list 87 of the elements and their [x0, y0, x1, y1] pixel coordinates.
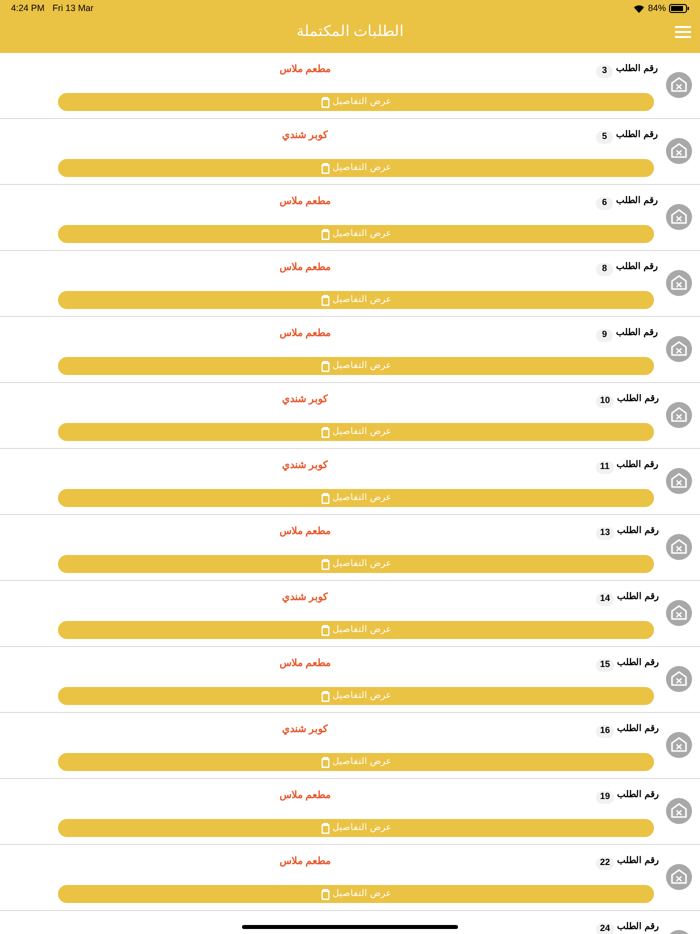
order-number: 5 [596, 130, 613, 144]
order-number-label: رقم الطلب [616, 194, 658, 208]
order-number: 10 [596, 394, 614, 408]
details-button[interactable]: عرض التفاصيل [58, 753, 654, 771]
details-button[interactable]: عرض التفاصيل [58, 885, 654, 903]
wifi-icon [634, 4, 644, 12]
home-icon [666, 798, 692, 824]
order-number: 22 [596, 856, 614, 870]
home-icon [666, 270, 692, 296]
home-icon [666, 402, 692, 428]
clipboard-icon [320, 888, 330, 900]
order-number-label: رقم الطلب [617, 524, 659, 538]
order-number-label: رقم الطلب [616, 128, 658, 142]
order-number: 3 [596, 64, 613, 78]
clipboard-icon [320, 492, 330, 504]
home-icon [666, 72, 692, 98]
order-number-label: رقم الطلب [617, 590, 659, 604]
restaurant-name: مطعم ملاس [280, 260, 330, 274]
clipboard-icon [320, 96, 330, 108]
restaurant-name: مطعم ملاس [280, 524, 330, 538]
page-title: الطلبات المكتملة [296, 22, 404, 42]
restaurant-name: مطعم ملاس [280, 62, 330, 76]
order-number: 16 [596, 724, 614, 738]
home-icon [666, 666, 692, 692]
restaurant-name: مطعم ملاس [280, 194, 330, 208]
details-button[interactable]: عرض التفاصيل [58, 555, 654, 573]
restaurant-name: مطعم ملاس [280, 854, 330, 868]
order-number-label: رقم الطلب [617, 392, 659, 406]
order-number: 6 [596, 196, 613, 210]
details-button[interactable]: عرض التفاصيل [58, 225, 654, 243]
order-number-label: رقم الطلب [616, 326, 658, 340]
home-icon [666, 534, 692, 560]
restaurant-name: كوبر شندي [282, 458, 328, 472]
details-button[interactable]: عرض التفاصيل [58, 93, 654, 111]
order-number: 8 [596, 262, 613, 276]
details-button[interactable]: عرض التفاصيل [58, 687, 654, 705]
order-number-label: رقم الطلب [616, 458, 658, 472]
clipboard-icon [320, 624, 330, 636]
order-number-label: رقم الطلب [617, 920, 659, 934]
order-number: 14 [596, 592, 614, 606]
clipboard-icon [320, 558, 330, 570]
clipboard-icon [320, 162, 330, 174]
status-time: 4:24 PM [11, 2, 45, 15]
order-number: 24 [596, 922, 614, 934]
clipboard-icon [320, 822, 330, 834]
clipboard-icon [320, 228, 330, 240]
home-icon [666, 600, 692, 626]
home-icon [666, 336, 692, 362]
home-icon [666, 468, 692, 494]
order-number-label: رقم الطلب [617, 788, 659, 802]
restaurant-name: كوبر شندي [282, 590, 328, 604]
restaurant-name: مطعم ملاس [280, 326, 330, 340]
restaurant-name: كوبر شندي [282, 128, 328, 142]
order-number: 13 [596, 526, 614, 540]
details-button[interactable]: عرض التفاصيل [58, 489, 654, 507]
order-number: 11 [596, 460, 614, 474]
details-button[interactable]: عرض التفاصيل [58, 819, 654, 837]
battery-percent: 84% [648, 2, 666, 15]
restaurant-name: مطعم ملاس [280, 656, 330, 670]
order-number: 19 [596, 790, 614, 804]
order-number-label: رقم الطلب [617, 854, 659, 868]
order-number-label: رقم الطلب [616, 62, 658, 76]
battery-icon [669, 4, 689, 13]
menu-button[interactable] [675, 26, 691, 38]
details-button[interactable]: عرض التفاصيل [58, 291, 654, 309]
home-icon [666, 138, 692, 164]
clipboard-icon [320, 294, 330, 306]
clipboard-icon [320, 690, 330, 702]
details-button[interactable]: عرض التفاصيل [58, 159, 654, 177]
clipboard-icon [320, 360, 330, 372]
home-icon [666, 204, 692, 230]
home-icon [666, 864, 692, 890]
status-date: Fri 13 Mar [52, 2, 94, 15]
order-number-label: رقم الطلب [616, 260, 658, 274]
home-icon [666, 732, 692, 758]
restaurant-name: كوبر شندي [282, 722, 328, 736]
clipboard-icon [320, 756, 330, 768]
order-number: 15 [596, 658, 614, 672]
order-number-label: رقم الطلب [617, 656, 659, 670]
restaurant-name: كوبر شندي [282, 392, 328, 406]
order-number: 9 [596, 328, 613, 342]
order-number-label: رقم الطلب [617, 722, 659, 736]
restaurant-name: مطعم ملاس [280, 788, 330, 802]
clipboard-icon [320, 426, 330, 438]
details-button[interactable]: عرض التفاصيل [58, 357, 654, 375]
details-button[interactable]: عرض التفاصيل [58, 621, 654, 639]
details-button[interactable]: عرض التفاصيل [58, 423, 654, 441]
